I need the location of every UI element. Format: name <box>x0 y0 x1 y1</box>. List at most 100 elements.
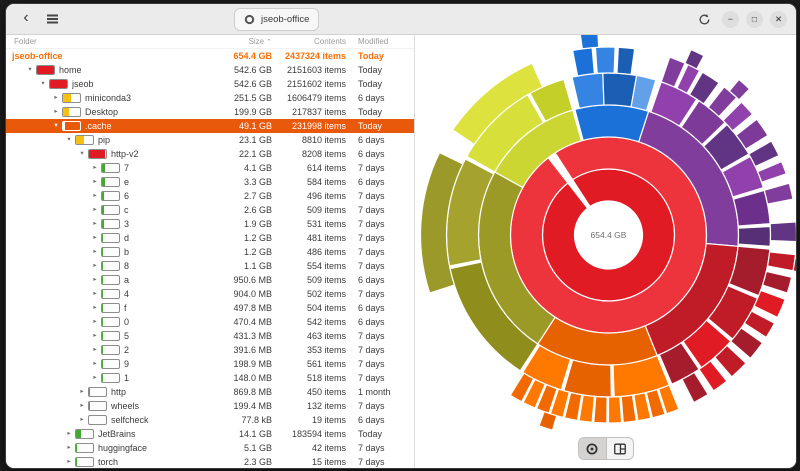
expander-closed-icon[interactable]: ▸ <box>90 192 100 200</box>
modified-cell: 7 days <box>358 261 385 271</box>
expander-open-icon[interactable]: ▾ <box>51 122 61 130</box>
expander-closed-icon[interactable]: ▸ <box>64 430 74 438</box>
treemap-chart-button[interactable] <box>605 438 633 459</box>
tree-row[interactable]: ▸ 5 431.3 MB 463 items 7 days <box>6 329 414 343</box>
expander-closed-icon[interactable]: ▸ <box>90 374 100 382</box>
refresh-button[interactable] <box>693 8 715 30</box>
tree-row[interactable]: ▸ b 1.2 GB 486 items 7 days <box>6 245 414 259</box>
expander-open-icon[interactable]: ▾ <box>64 136 74 144</box>
expander-closed-icon[interactable]: ▸ <box>51 94 61 102</box>
tree-row[interactable]: ▸ 7 4.1 GB 614 items 7 days <box>6 161 414 175</box>
tree-row[interactable]: ▾ .cache 49.1 GB 231998 items Today <box>6 119 414 133</box>
folder-name: jseob-office <box>12 51 63 61</box>
tree-row[interactable]: ▸ 6 2.7 GB 496 items 7 days <box>6 189 414 203</box>
expander-closed-icon[interactable]: ▸ <box>90 248 100 256</box>
expander-closed-icon[interactable]: ▸ <box>90 220 100 228</box>
tree-row[interactable]: ▸ 3 1.9 GB 531 items 7 days <box>6 217 414 231</box>
column-header-contents[interactable]: Contents <box>272 37 350 46</box>
tree-row[interactable]: ▸ 1 148.0 MB 518 items 7 days <box>6 371 414 385</box>
chart-segment[interactable] <box>594 46 616 75</box>
expander-closed-icon[interactable]: ▸ <box>90 318 100 326</box>
tree-row[interactable]: ▾ home 542.6 GB 2151603 items Today <box>6 63 414 77</box>
column-header-size[interactable]: Size ⌃ <box>218 37 272 46</box>
minimize-button[interactable]: − <box>722 10 739 28</box>
chart-segment[interactable] <box>763 182 794 205</box>
tree-row[interactable]: ▸ 8 1.1 GB 554 items 7 days <box>6 259 414 273</box>
expander-closed-icon[interactable]: ▸ <box>64 444 74 452</box>
tree-row[interactable]: ▸ selfcheck 77.8 kB 19 items 6 days <box>6 413 414 427</box>
expander-closed-icon[interactable]: ▸ <box>90 276 100 284</box>
tree-row[interactable]: ▸ wheels 199.4 MB 132 items 7 days <box>6 399 414 413</box>
column-header-modified[interactable]: Modified <box>350 37 414 46</box>
expander-closed-icon[interactable]: ▸ <box>90 234 100 242</box>
chart-segment[interactable] <box>769 221 796 243</box>
chart-segment[interactable] <box>538 410 558 431</box>
close-button[interactable]: ✕ <box>770 10 787 28</box>
expander-open-icon[interactable]: ▾ <box>38 80 48 88</box>
folder-tree-panel: Folder Size ⌃ Contents Modified jseob-off… <box>6 35 415 468</box>
tree-row[interactable]: ▸ d 1.2 GB 481 items 7 days <box>6 231 414 245</box>
chart-segment[interactable] <box>563 359 612 398</box>
tree-row[interactable]: ▾ http-v2 22.1 GB 8208 items 6 days <box>6 147 414 161</box>
chart-segment[interactable] <box>571 72 605 110</box>
rings-chart-button[interactable] <box>578 438 606 459</box>
tree-row[interactable]: ▾ pip 23.1 GB 8810 items 6 days <box>6 133 414 147</box>
expander-closed-icon[interactable]: ▸ <box>90 332 100 340</box>
expander-closed-icon[interactable]: ▸ <box>90 360 100 368</box>
size-cell: 904.0 MB <box>233 289 272 299</box>
contents-cell: 481 items <box>306 233 346 243</box>
contents-cell: 486 items <box>306 247 346 257</box>
tree-row[interactable]: ▸ miniconda3 251.5 GB 1606479 items 6 days <box>6 91 414 105</box>
column-header-folder[interactable]: Folder <box>6 37 218 46</box>
tree-row[interactable]: ▾ jseob 542.6 GB 2151602 items Today <box>6 77 414 91</box>
chart-segment[interactable] <box>737 225 772 247</box>
folder-name-cell: ▸ 8 <box>6 261 218 271</box>
tree-row[interactable]: ▸ f 497.8 MB 504 items 6 days <box>6 301 414 315</box>
tree-row[interactable]: ▸ 2 391.6 MB 353 items 7 days <box>6 343 414 357</box>
back-icon: ‹ <box>23 9 29 26</box>
tree-row[interactable]: ▸ torch 2.3 GB 15 items 7 days <box>6 455 414 468</box>
tree-row[interactable]: ▸ huggingface 5.1 GB 42 items 7 days <box>6 441 414 455</box>
tree-row[interactable]: ▸ 4 904.0 MB 502 items 7 days <box>6 287 414 301</box>
expander-closed-icon[interactable]: ▸ <box>90 262 100 270</box>
tree-row[interactable]: ▸ http 869.8 MB 450 items 1 month <box>6 385 414 399</box>
expander-closed-icon[interactable]: ▸ <box>77 402 87 410</box>
expander-open-icon[interactable]: ▾ <box>77 150 87 158</box>
expander-closed-icon[interactable]: ▸ <box>90 304 100 312</box>
tree-row[interactable]: ▸ e 3.3 GB 584 items 6 days <box>6 175 414 189</box>
tree-row[interactable]: ▸ 0 470.4 MB 542 items 6 days <box>6 315 414 329</box>
tree-row[interactable]: jseob-office 654.4 GB 2437324 items Today <box>6 49 414 63</box>
chart-segment[interactable] <box>761 270 793 294</box>
back-button[interactable]: ‹ <box>15 8 37 30</box>
expander-closed-icon[interactable]: ▸ <box>90 178 100 186</box>
chart-segment[interactable] <box>766 251 796 272</box>
chart-segment[interactable] <box>756 160 788 184</box>
expander-closed-icon[interactable]: ▸ <box>77 388 87 396</box>
expander-closed-icon[interactable]: ▸ <box>77 416 87 424</box>
chart-segment[interactable] <box>607 395 623 424</box>
expander-closed-icon[interactable]: ▸ <box>90 346 100 354</box>
tree-row[interactable]: ▸ c 2.6 GB 509 items 7 days <box>6 203 414 217</box>
chart-segment[interactable] <box>753 289 786 319</box>
expander-closed-icon[interactable]: ▸ <box>64 458 74 466</box>
expander-closed-icon[interactable]: ▸ <box>51 108 61 116</box>
chart-segment[interactable] <box>616 46 636 76</box>
maximize-button[interactable]: □ <box>746 10 763 28</box>
tree-row[interactable]: ▸ 9 198.9 MB 561 items 7 days <box>6 357 414 371</box>
size-cell: 4.1 GB <box>243 163 272 173</box>
chart-segment[interactable] <box>579 35 600 50</box>
tree-row[interactable]: ▸ Desktop 199.9 GB 217837 items Today <box>6 105 414 119</box>
menu-button[interactable] <box>41 8 63 30</box>
window-title-tab[interactable]: jseob-office <box>234 8 320 31</box>
tree-row[interactable]: ▸ a 950.6 MB 509 items 6 days <box>6 273 414 287</box>
folder-name: 8 <box>124 261 130 271</box>
chart-segment[interactable] <box>593 395 608 424</box>
chart-segment[interactable] <box>574 104 650 143</box>
expander-closed-icon[interactable]: ▸ <box>90 206 100 214</box>
chart-segment[interactable] <box>571 47 596 77</box>
expander-closed-icon[interactable]: ▸ <box>90 290 100 298</box>
expander-open-icon[interactable]: ▾ <box>25 66 35 74</box>
contents-cell: 183594 items <box>291 429 346 439</box>
tree-row[interactable]: ▸ JetBrains 14.1 GB 183594 items Today <box>6 427 414 441</box>
expander-closed-icon[interactable]: ▸ <box>90 164 100 172</box>
